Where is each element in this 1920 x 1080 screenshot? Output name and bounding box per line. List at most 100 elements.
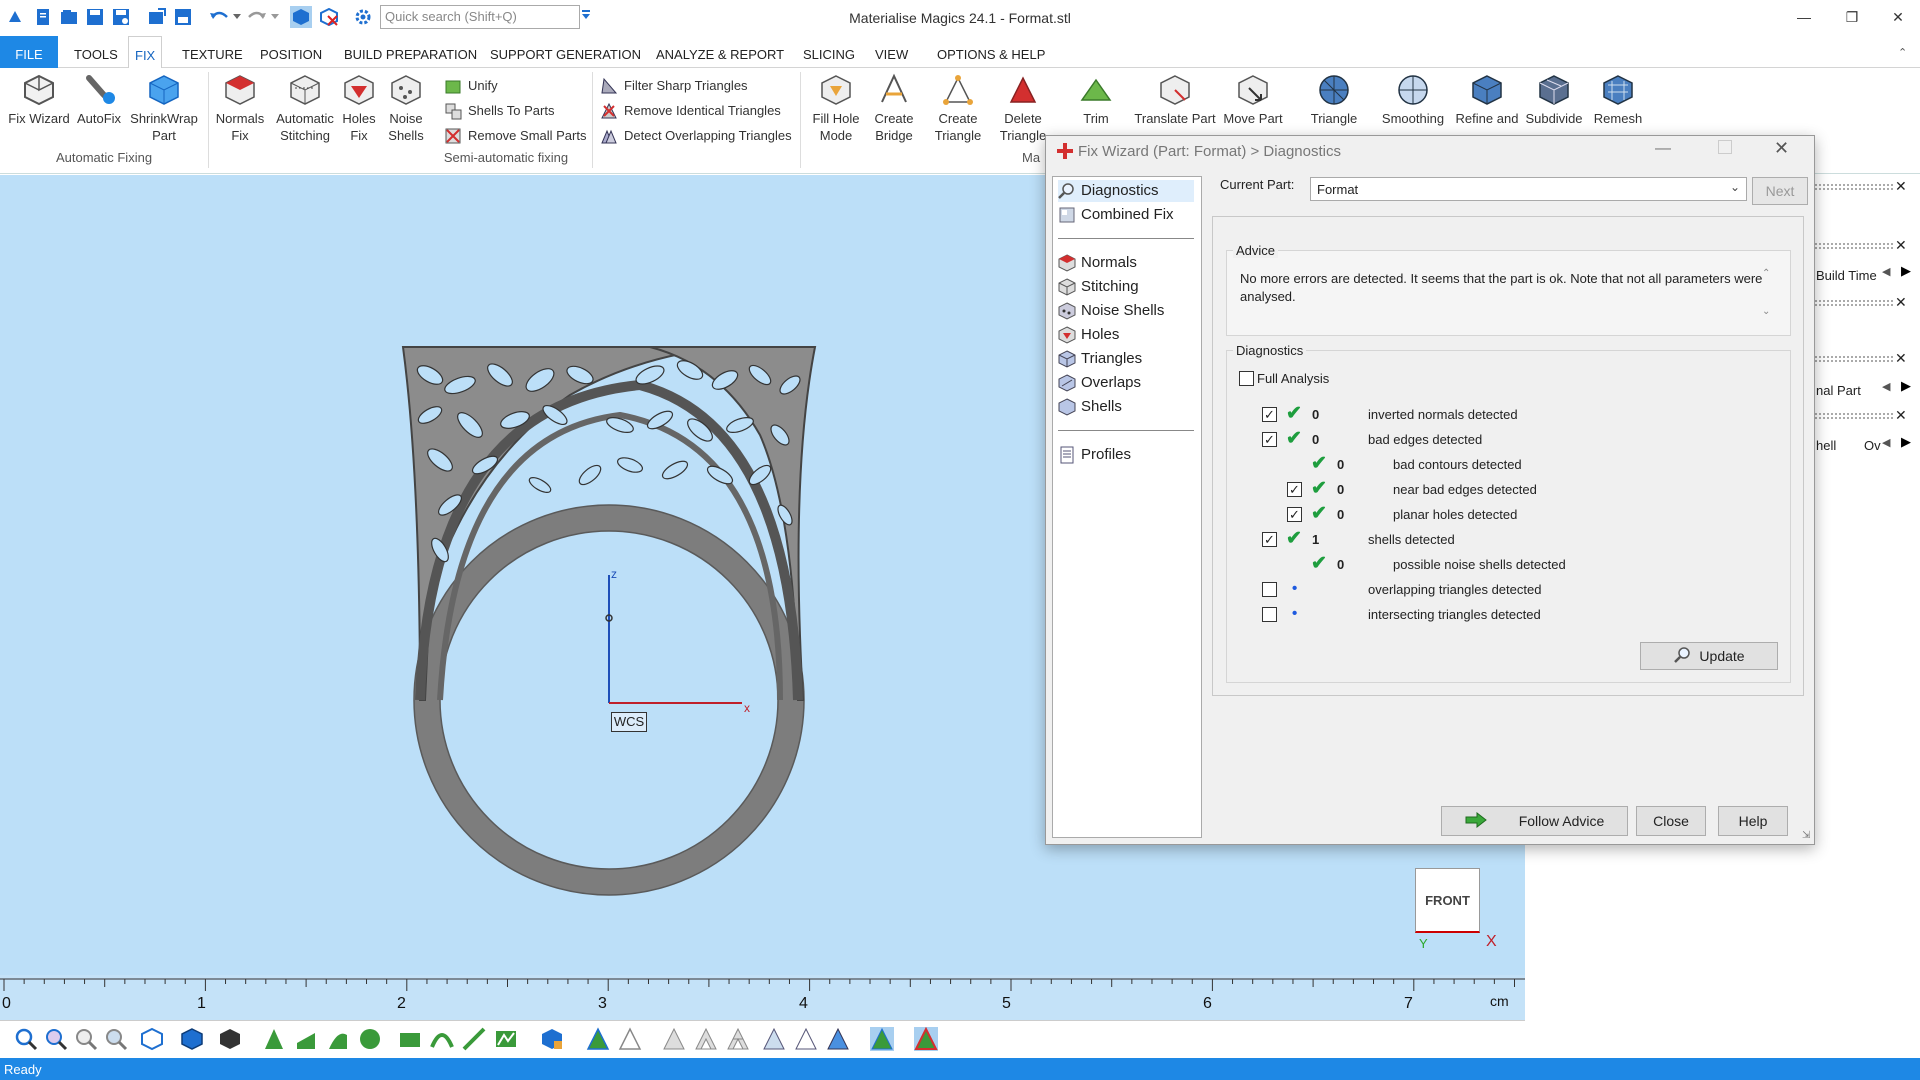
pane-close-icon[interactable]: ✕ (1895, 237, 1907, 254)
dialog-minimize-button[interactable]: — (1655, 140, 1671, 158)
redo-dropdown-icon[interactable] (268, 6, 282, 28)
shaded-mesh-icon[interactable] (586, 1027, 610, 1051)
shell-column[interactable]: hell (1816, 432, 1836, 458)
fill-hole-mode-button[interactable]: Fill Hole Mode (806, 72, 866, 144)
part-column[interactable]: nal Part (1816, 377, 1861, 403)
panel-grip[interactable] (1815, 413, 1893, 419)
triangles-edges-icon[interactable] (694, 1027, 718, 1051)
shells-to-parts-button[interactable]: Shells To Parts (444, 101, 554, 121)
menu-tools[interactable]: TOOLS (68, 36, 124, 68)
app-icon[interactable] (4, 6, 26, 28)
menu-file[interactable]: FILE (0, 36, 58, 68)
nav-noise-shells[interactable]: Noise Shells (1058, 300, 1164, 322)
measure-icon[interactable] (398, 1027, 422, 1051)
part-view-icon[interactable] (218, 1027, 242, 1051)
export-icon[interactable] (172, 6, 194, 28)
remove-identical-triangles-button[interactable]: Remove Identical Triangles (600, 101, 781, 121)
deselect-part-icon[interactable] (318, 6, 340, 28)
wireframe-icon[interactable] (618, 1027, 642, 1051)
triangle-outline-icon[interactable] (762, 1027, 786, 1051)
triangles-view-icon[interactable] (662, 1027, 686, 1051)
pane-close-icon[interactable]: ✕ (1895, 294, 1907, 311)
zoom-window-icon[interactable] (44, 1027, 68, 1051)
select-triangle-icon[interactable] (262, 1027, 286, 1051)
diagnostic-checkbox[interactable] (1262, 582, 1277, 597)
nav-overlaps[interactable]: Overlaps (1058, 372, 1141, 394)
create-bridge-button[interactable]: Create Bridge (866, 72, 922, 144)
dialog-close-button[interactable]: ✕ (1774, 138, 1789, 159)
holes-fix-button[interactable]: Holes Fix (340, 72, 378, 144)
diagnostic-checkbox[interactable]: ✓ (1262, 407, 1277, 422)
measure-line-icon[interactable] (462, 1027, 486, 1051)
build-time-column[interactable]: Build Time (1816, 262, 1877, 288)
new-file-icon[interactable] (32, 6, 54, 28)
menu-support-generation[interactable]: SUPPORT GENERATION (484, 36, 647, 68)
panel-grip[interactable] (1815, 184, 1893, 190)
measure-area-icon[interactable] (494, 1027, 518, 1051)
triangles-dense-icon[interactable] (726, 1027, 750, 1051)
save-icon[interactable] (84, 6, 106, 28)
detect-overlapping-triangles-button[interactable]: Detect Overlapping Triangles (600, 126, 792, 146)
measure-curve-icon[interactable] (430, 1027, 454, 1051)
nav-profiles[interactable]: Profiles (1058, 444, 1131, 466)
nav-holes[interactable]: Holes (1058, 324, 1119, 346)
undo-dropdown-icon[interactable] (230, 6, 244, 28)
resize-grip-icon[interactable]: ⇲ (1802, 830, 1810, 841)
bad-edges-display-icon[interactable] (914, 1026, 938, 1051)
collapse-ribbon-icon[interactable]: ⌃ (1898, 46, 1907, 59)
scroll-left-icon[interactable]: ◀ (1882, 436, 1890, 449)
part-color-icon[interactable] (540, 1027, 564, 1051)
nav-shells[interactable]: Shells (1058, 396, 1122, 418)
triangle-button[interactable]: Triangle (1302, 72, 1366, 127)
create-triangle-button[interactable]: Create Triangle (928, 72, 988, 144)
normals-fix-button[interactable]: Normals Fix (212, 72, 268, 144)
remesh-button[interactable]: Remesh (1592, 72, 1644, 127)
select-surface-icon[interactable] (326, 1027, 350, 1051)
nav-triangles[interactable]: Triangles (1058, 348, 1142, 370)
help-button[interactable]: Help (1718, 806, 1788, 836)
triangle-light-icon[interactable] (794, 1027, 818, 1051)
next-button[interactable]: Next (1752, 177, 1808, 205)
scroll-left-icon[interactable]: ◀ (1882, 265, 1890, 278)
scroll-up-icon[interactable]: ⌃ (1762, 268, 1770, 279)
view-box-icon[interactable] (140, 1027, 164, 1051)
zoom-icon[interactable] (14, 1027, 38, 1051)
menu-options-help[interactable]: OPTIONS & HELP (931, 36, 1051, 68)
import-icon[interactable] (146, 6, 168, 28)
update-button[interactable]: Update (1640, 642, 1778, 670)
nav-combined-fix[interactable]: Combined Fix (1058, 204, 1174, 226)
save-as-icon[interactable] (110, 6, 132, 28)
dialog-maximize-button[interactable] (1718, 140, 1732, 154)
overlap-column[interactable]: Ov (1864, 432, 1881, 458)
view-cube[interactable]: FRONT (1415, 868, 1480, 933)
nav-diagnostics[interactable]: Diagnostics (1058, 180, 1194, 202)
scroll-right-icon[interactable]: ▶ (1901, 378, 1911, 394)
zoom-fit-icon[interactable] (74, 1027, 98, 1051)
translate-part-button[interactable]: Translate Part (1132, 72, 1218, 127)
scroll-right-icon[interactable]: ▶ (1901, 434, 1911, 450)
normals-display-icon[interactable] (870, 1027, 894, 1051)
unify-button[interactable]: Unify (444, 76, 498, 96)
remove-small-parts-button[interactable]: Remove Small Parts (444, 126, 586, 146)
triangle-blue-icon[interactable] (826, 1027, 850, 1051)
diagnostic-checkbox[interactable]: ✓ (1287, 507, 1302, 522)
diagnostic-checkbox[interactable]: ✓ (1287, 482, 1302, 497)
menu-analyze-report[interactable]: ANALYZE & REPORT (650, 36, 790, 68)
view-part-icon[interactable] (290, 6, 312, 28)
move-part-button[interactable]: Move Part (1218, 72, 1288, 127)
panel-grip[interactable] (1815, 300, 1893, 306)
current-part-select[interactable]: Format ⌄ (1310, 177, 1747, 201)
pane-close-icon[interactable]: ✕ (1895, 178, 1907, 195)
scroll-left-icon[interactable]: ◀ (1882, 380, 1890, 393)
restore-button[interactable]: ❐ (1834, 4, 1870, 30)
select-shell-icon[interactable] (358, 1027, 382, 1051)
shrinkwrap-part-button[interactable]: ShrinkWrap Part (128, 72, 200, 144)
nav-stitching[interactable]: Stitching (1058, 276, 1139, 298)
trim-button[interactable]: Trim (1076, 72, 1116, 127)
follow-advice-button[interactable]: Follow Advice (1441, 806, 1628, 836)
menu-fix[interactable]: FIX (128, 36, 163, 69)
full-analysis-checkbox[interactable] (1239, 371, 1254, 386)
quick-search-input[interactable]: Quick search (Shift+Q) (380, 5, 580, 29)
open-file-icon[interactable] (58, 6, 80, 28)
diagnostic-checkbox[interactable]: ✓ (1262, 532, 1277, 547)
